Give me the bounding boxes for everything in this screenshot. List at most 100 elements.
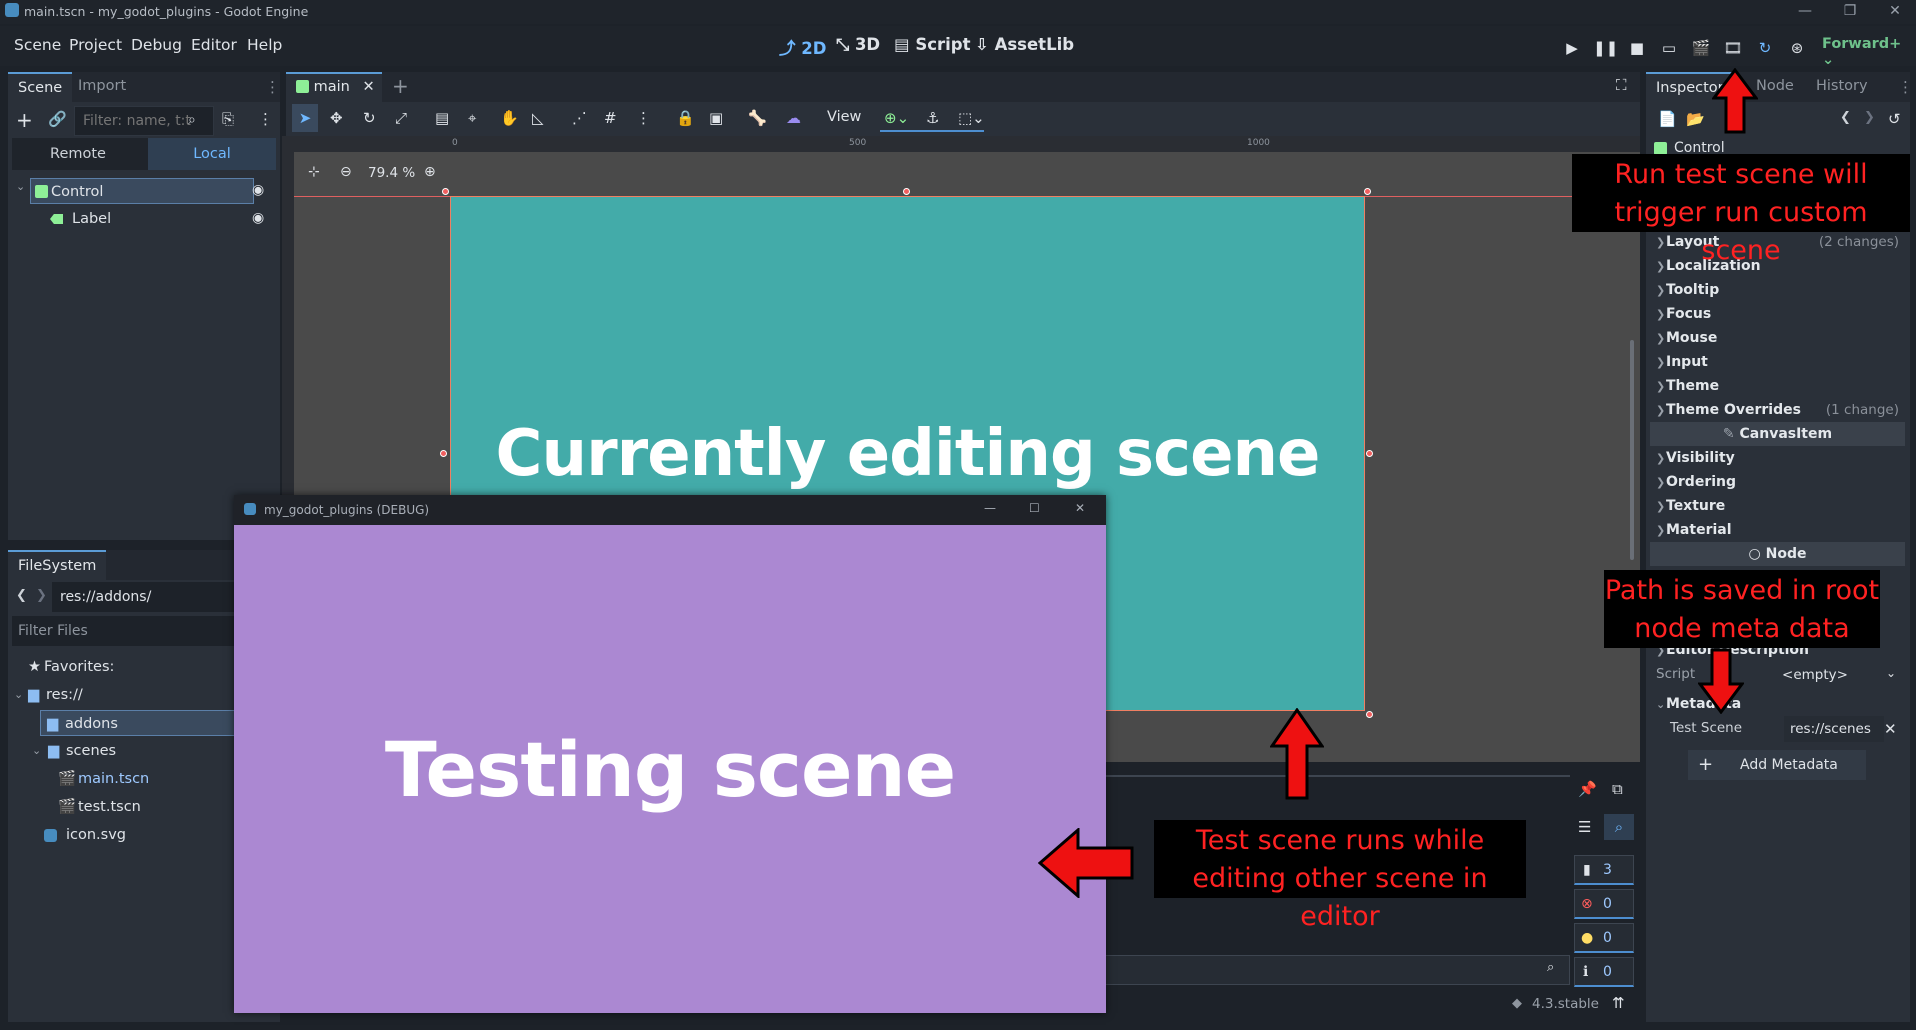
script-attach-icon[interactable]: ⎘ [222, 110, 234, 128]
add-anchor-icon[interactable]: ⊕⌄ [884, 109, 909, 127]
tree-node-label[interactable]: Label [36, 206, 246, 232]
tree-test-tscn[interactable]: 🎬 test.tscn [58, 794, 141, 820]
prop-metadata[interactable]: ⌄Metadata [1650, 692, 1905, 716]
object-history-icon[interactable]: ↺ [1888, 110, 1901, 128]
remote-debug-icon[interactable]: ▭ [1657, 36, 1681, 60]
remote-button[interactable]: Remote [12, 138, 144, 170]
tab-scene[interactable]: Scene [8, 72, 73, 102]
pin-icon[interactable]: 📌 [1578, 780, 1597, 798]
close-window-button[interactable]: ✕ [1880, 0, 1910, 22]
snap-options-icon[interactable]: ⋮ [636, 109, 651, 127]
ruler-tool-icon[interactable]: ◺ [532, 109, 544, 127]
anchor-icon[interactable]: ⚓ [926, 109, 939, 127]
prop-focus[interactable]: ❯Focus [1650, 302, 1905, 326]
prop-theme-overrides[interactable]: ❯Theme Overrides (1 change) [1650, 398, 1905, 422]
zoom-level[interactable]: 79.4 % [368, 165, 415, 181]
close-icon[interactable]: ✕ [1075, 501, 1085, 515]
expand-bottom-icon[interactable]: ⇈ [1612, 994, 1625, 1012]
prop-input[interactable]: ❯Input [1650, 350, 1905, 374]
run-current-scene-icon[interactable]: 🎬 [1689, 36, 1713, 60]
pause-icon[interactable]: ❚❚ [1593, 36, 1618, 60]
prop-ordering[interactable]: ❯Ordering [1650, 470, 1905, 494]
pivot-tool-icon[interactable]: ⌖ [468, 109, 476, 127]
run-custom-scene-icon[interactable]: 🎞 [1721, 36, 1745, 60]
select-tool-icon[interactable]: ➤ [292, 104, 318, 132]
visibility-eye-icon[interactable]: ◉ [252, 182, 264, 198]
maximize-icon[interactable]: ☐ [1029, 501, 1040, 515]
minimize-button[interactable]: — [1790, 0, 1820, 22]
move-tool-icon[interactable]: ✥ [330, 109, 343, 127]
movie-maker-icon[interactable]: ⊛ [1785, 36, 1809, 60]
collapse-icon[interactable]: ⌄ [16, 180, 25, 193]
resize-handle[interactable] [903, 188, 910, 195]
workspace-assetlib[interactable]: ⇩ AssetLib [975, 35, 1074, 54]
workspace-script[interactable]: ▤ Script [894, 35, 971, 54]
meta-value-field[interactable]: res://scenes [1784, 716, 1884, 742]
tab-history[interactable]: History [1806, 72, 1878, 102]
add-node-icon[interactable]: + [16, 108, 33, 132]
tree-main-tscn[interactable]: 🎬 main.tscn [58, 766, 149, 792]
visibility-eye-icon[interactable]: ◉ [252, 210, 264, 226]
minimize-icon[interactable]: — [984, 501, 996, 515]
group-icon[interactable]: ▣ [709, 109, 723, 127]
copy-icon[interactable]: ⧉ [1612, 780, 1623, 798]
resize-handle[interactable] [1366, 711, 1373, 718]
dock-menu-icon[interactable]: ⋮ [265, 78, 280, 96]
add-metadata-button[interactable]: + Add Metadata [1688, 750, 1866, 780]
info-count-button[interactable]: ℹ0 [1574, 957, 1634, 987]
tree-icon-svg[interactable]: icon.svg [44, 822, 126, 848]
prop-material[interactable]: ❯Material [1650, 518, 1905, 542]
output-filter[interactable]: ⌕ [1100, 955, 1570, 985]
menu-project[interactable]: Project [69, 36, 122, 54]
filter-list-icon[interactable]: ☰ [1578, 818, 1591, 836]
workspace-3d[interactable]: ⤡ 3D [836, 35, 880, 55]
remove-meta-icon[interactable]: ✕ [1884, 720, 1897, 738]
link-icon[interactable]: 🔗 [48, 110, 67, 128]
close-tab-icon[interactable]: ✕ [362, 79, 374, 95]
grid-snap-icon[interactable]: # [604, 109, 617, 127]
selectable-icon[interactable]: ▤ [435, 109, 449, 127]
menu-debug[interactable]: Debug [131, 36, 182, 54]
tree-res-root[interactable]: ⌄ ▆ res:// [14, 682, 83, 708]
distraction-free-icon[interactable]: ⛶ [1616, 76, 1627, 94]
prop-tooltip[interactable]: ❯Tooltip [1650, 278, 1905, 302]
prop-mouse[interactable]: ❯Mouse [1650, 326, 1905, 350]
local-button[interactable]: Local [148, 138, 276, 170]
resize-handle[interactable] [1364, 188, 1371, 195]
rotate-tool-icon[interactable]: ↻ [363, 109, 376, 127]
zoom-out-icon[interactable]: ⊖ [340, 164, 352, 180]
play-icon[interactable]: ▶ [1560, 36, 1584, 60]
center-view-icon[interactable]: ⊹ [308, 164, 320, 180]
scene-tab-main[interactable]: main ✕ [286, 72, 382, 102]
smart-snap-icon[interactable]: ⋰ [572, 109, 587, 127]
script-dropdown-icon[interactable]: ⌄ [1886, 666, 1896, 680]
section-canvas-item[interactable]: ✎ CanvasItem [1650, 422, 1905, 446]
messages-count-button[interactable]: ▮ 3 [1574, 855, 1634, 885]
view-menu[interactable]: View [827, 109, 861, 125]
tab-filesystem[interactable]: FileSystem [8, 550, 107, 580]
tree-node-control[interactable]: Control [30, 178, 254, 204]
reload-icon[interactable]: ↻ [1753, 36, 1777, 60]
open-resource-icon[interactable]: 📂 [1686, 110, 1705, 128]
scene-menu-icon[interactable]: ⋮ [258, 110, 273, 128]
tree-favorites[interactable]: ★ Favorites: [28, 654, 114, 680]
search-toggle-icon[interactable]: ⌕ [1604, 814, 1634, 840]
prop-theme[interactable]: ❯Theme [1650, 374, 1905, 398]
resize-handle[interactable] [1366, 450, 1373, 457]
vertical-scrollbar[interactable] [1630, 340, 1634, 560]
bone-icon[interactable]: 🦴 [748, 109, 767, 127]
prop-visibility[interactable]: ❯Visibility [1650, 446, 1905, 470]
stop-icon[interactable]: ■ [1625, 36, 1649, 60]
new-resource-icon[interactable]: 📄 [1658, 110, 1677, 128]
dock-menu-icon[interactable]: ⋮ [1898, 78, 1913, 96]
history-back-icon[interactable]: ❮ [1840, 110, 1851, 125]
section-node[interactable]: ○ Node [1650, 542, 1905, 566]
container-sizing-icon[interactable]: ⬚⌄ [958, 109, 985, 127]
back-icon[interactable]: ❮ [16, 588, 27, 603]
prop-texture[interactable]: ❯Texture [1650, 494, 1905, 518]
workspace-2d[interactable]: ⤴ 2D [779, 35, 826, 59]
history-forward-icon[interactable]: ❯ [1864, 110, 1875, 125]
debug-game-window[interactable]: my_godot_plugins (DEBUG) — ☐ ✕ Testing s… [234, 495, 1106, 1013]
resize-handle[interactable] [442, 188, 449, 195]
menu-scene[interactable]: Scene [14, 36, 61, 54]
